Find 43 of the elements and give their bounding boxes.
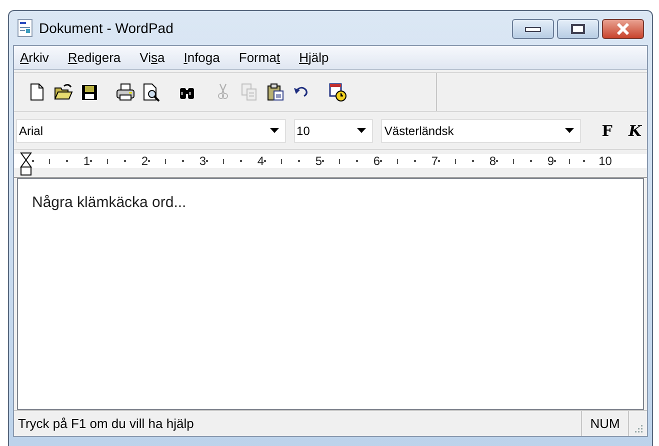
menu-item[interactable]: Format [234, 48, 284, 68]
menu-item[interactable]: Arkiv [16, 48, 53, 68]
ruler-number: 4 [257, 155, 264, 167]
status-text: Tryck på F1 om du vill ha hjälp [17, 414, 195, 433]
printer-icon [115, 82, 135, 102]
copy-icon [239, 82, 259, 102]
maximize-icon [571, 24, 585, 34]
ruler-number: 8 [489, 155, 496, 167]
caret-icon [357, 128, 366, 134]
document-text: Några klämkäcka ord... [32, 194, 186, 211]
menu-item[interactable]: Redigera [64, 48, 125, 68]
script-dropdown[interactable]: Västerländsk [381, 118, 582, 142]
resize-grip-icon[interactable] [633, 423, 643, 433]
document-area[interactable]: Några klämkäcka ord... [17, 178, 644, 410]
close-button[interactable] [602, 19, 644, 39]
maximize-button[interactable] [557, 19, 599, 39]
font-dropdown[interactable]: Arial [16, 118, 286, 142]
ruler-number: 5 [315, 155, 322, 167]
ruler-number: 9 [547, 155, 554, 167]
menu-item[interactable]: Visa [136, 48, 169, 68]
clipboard-icon [265, 82, 285, 102]
status-indicator: NUM [581, 411, 629, 436]
ruler-number: 7 [431, 155, 438, 167]
italic-button[interactable]: K [625, 120, 645, 142]
ruler-number: 3 [199, 155, 206, 167]
print-preview-icon [141, 82, 161, 102]
ruler-number: 2 [141, 155, 148, 167]
folder-icon [53, 82, 73, 102]
minimize-button[interactable] [512, 19, 554, 39]
ruler-number: 10 [598, 155, 612, 167]
caret-icon [270, 128, 279, 134]
calendar-clock-icon [327, 82, 347, 102]
menu-item[interactable]: Hjälp [295, 48, 333, 68]
minimize-icon [525, 26, 541, 32]
size-dropdown[interactable]: 10 [294, 118, 374, 142]
document-icon [17, 19, 33, 37]
bold-button[interactable]: F [597, 120, 618, 142]
ruler-number: 1 [83, 155, 90, 167]
window-title: Dokument - WordPad [39, 18, 174, 38]
close-icon [616, 23, 630, 35]
caret-icon [565, 128, 574, 134]
menu-item[interactable]: Infoga [180, 48, 224, 68]
ruler-number: 6 [373, 155, 380, 167]
